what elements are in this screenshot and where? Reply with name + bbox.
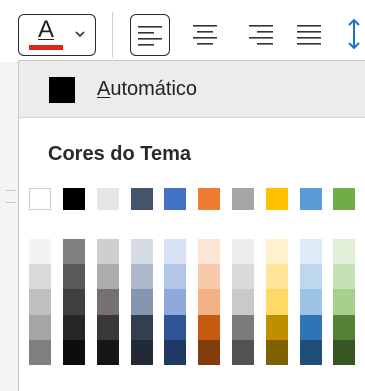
shade-color-swatch[interactable] bbox=[29, 314, 51, 340]
theme-color-swatch[interactable] bbox=[131, 188, 153, 210]
shade-color-swatch[interactable] bbox=[300, 289, 322, 315]
ruler-mark bbox=[6, 190, 16, 191]
shade-color-swatch[interactable] bbox=[232, 264, 254, 290]
theme-color-swatch[interactable] bbox=[333, 188, 355, 210]
shade-color-swatch[interactable] bbox=[300, 264, 322, 290]
align-right-button[interactable] bbox=[242, 14, 282, 56]
shade-color-swatch[interactable] bbox=[63, 264, 85, 290]
shade-color-swatch[interactable] bbox=[131, 339, 153, 365]
theme-color-swatch[interactable] bbox=[97, 188, 119, 210]
shade-column bbox=[300, 239, 322, 365]
shade-column bbox=[97, 239, 119, 365]
font-color-ui: A Automático Cores do Tema bbox=[0, 0, 365, 391]
shade-color-swatch[interactable] bbox=[333, 314, 355, 340]
shade-color-swatch[interactable] bbox=[333, 264, 355, 290]
shade-color-swatch[interactable] bbox=[164, 314, 186, 340]
align-right-icon bbox=[249, 25, 273, 45]
shade-column bbox=[198, 239, 220, 365]
ruler-mark bbox=[6, 202, 16, 203]
shade-color-swatch[interactable] bbox=[198, 264, 220, 290]
shade-column bbox=[266, 239, 288, 365]
shade-color-swatch[interactable] bbox=[232, 339, 254, 365]
shade-color-swatch[interactable] bbox=[97, 339, 119, 365]
shade-color-swatch[interactable] bbox=[232, 289, 254, 315]
line-spacing-icon[interactable] bbox=[345, 16, 365, 52]
toolbar-separator bbox=[112, 12, 113, 58]
automatic-color-swatch bbox=[49, 77, 75, 103]
shade-color-swatch[interactable] bbox=[131, 314, 153, 340]
menu-divider bbox=[19, 117, 365, 118]
shade-color-swatch[interactable] bbox=[164, 264, 186, 290]
shade-color-swatch[interactable] bbox=[63, 289, 85, 315]
shade-column bbox=[333, 239, 355, 365]
shade-color-swatch[interactable] bbox=[266, 289, 288, 315]
shade-column bbox=[131, 239, 153, 365]
shade-color-swatch[interactable] bbox=[198, 289, 220, 315]
shade-color-swatch[interactable] bbox=[131, 289, 153, 315]
align-center-button[interactable] bbox=[186, 14, 226, 56]
shade-color-swatch[interactable] bbox=[29, 339, 51, 365]
shade-color-swatch[interactable] bbox=[164, 289, 186, 315]
shade-color-swatch[interactable] bbox=[333, 339, 355, 365]
automatic-accelerator: A bbox=[97, 78, 111, 100]
automatic-color-option[interactable]: Automático bbox=[19, 61, 365, 117]
shade-column bbox=[232, 239, 254, 365]
theme-colors-heading: Cores do Tema bbox=[48, 143, 191, 165]
shade-color-swatch[interactable] bbox=[97, 289, 119, 315]
shade-color-swatch[interactable] bbox=[266, 264, 288, 290]
shade-color-swatch[interactable] bbox=[300, 314, 322, 340]
theme-color-swatch[interactable] bbox=[63, 188, 85, 210]
shade-color-swatch[interactable] bbox=[63, 239, 85, 265]
shade-color-swatch[interactable] bbox=[300, 339, 322, 365]
shade-color-swatch[interactable] bbox=[232, 239, 254, 265]
document-background bbox=[0, 62, 18, 391]
shade-column bbox=[164, 239, 186, 365]
shade-color-swatch[interactable] bbox=[164, 239, 186, 265]
theme-color-swatch[interactable] bbox=[266, 188, 288, 210]
align-justify-icon bbox=[297, 25, 321, 45]
shade-color-swatch[interactable] bbox=[29, 239, 51, 265]
theme-color-swatch[interactable] bbox=[198, 188, 220, 210]
shade-color-swatch[interactable] bbox=[131, 264, 153, 290]
shade-color-swatch[interactable] bbox=[232, 314, 254, 340]
theme-color-swatch[interactable] bbox=[232, 188, 254, 210]
shade-color-swatch[interactable] bbox=[131, 239, 153, 265]
chevron-down-icon[interactable] bbox=[73, 27, 87, 41]
shade-color-swatch[interactable] bbox=[198, 239, 220, 265]
shade-color-swatch[interactable] bbox=[333, 289, 355, 315]
shade-color-swatch[interactable] bbox=[198, 339, 220, 365]
ribbon-toolbar: A bbox=[0, 0, 365, 62]
shade-color-swatch[interactable] bbox=[333, 239, 355, 265]
font-color-icon: A bbox=[37, 16, 54, 43]
align-left-button[interactable] bbox=[130, 14, 170, 56]
theme-color-swatch[interactable] bbox=[300, 188, 322, 210]
font-color-dropdown: Automático Cores do Tema bbox=[18, 60, 365, 391]
theme-color-swatch[interactable] bbox=[164, 188, 186, 210]
shade-color-swatch[interactable] bbox=[97, 264, 119, 290]
shade-color-swatch[interactable] bbox=[266, 239, 288, 265]
automatic-label-rest: utomático bbox=[110, 78, 198, 100]
shade-column bbox=[29, 239, 51, 365]
shade-color-swatch[interactable] bbox=[97, 314, 119, 340]
shade-column bbox=[63, 239, 85, 365]
shade-color-swatch[interactable] bbox=[266, 314, 288, 340]
shade-color-swatch[interactable] bbox=[63, 339, 85, 365]
shade-color-swatch[interactable] bbox=[300, 239, 322, 265]
align-justify-button[interactable] bbox=[290, 14, 330, 56]
shade-color-swatch[interactable] bbox=[97, 239, 119, 265]
font-color-button[interactable]: A bbox=[18, 14, 96, 56]
align-left-icon bbox=[138, 26, 162, 46]
shade-color-swatch[interactable] bbox=[266, 339, 288, 365]
theme-color-swatch[interactable] bbox=[29, 188, 51, 210]
align-center-icon bbox=[193, 25, 217, 45]
shade-color-swatch[interactable] bbox=[29, 289, 51, 315]
shade-color-swatch[interactable] bbox=[63, 314, 85, 340]
shade-color-swatch[interactable] bbox=[29, 264, 51, 290]
shade-color-swatch[interactable] bbox=[198, 314, 220, 340]
font-color-indicator bbox=[29, 45, 63, 50]
shade-color-swatch[interactable] bbox=[164, 339, 186, 365]
automatic-color-label: Automático bbox=[97, 73, 197, 105]
